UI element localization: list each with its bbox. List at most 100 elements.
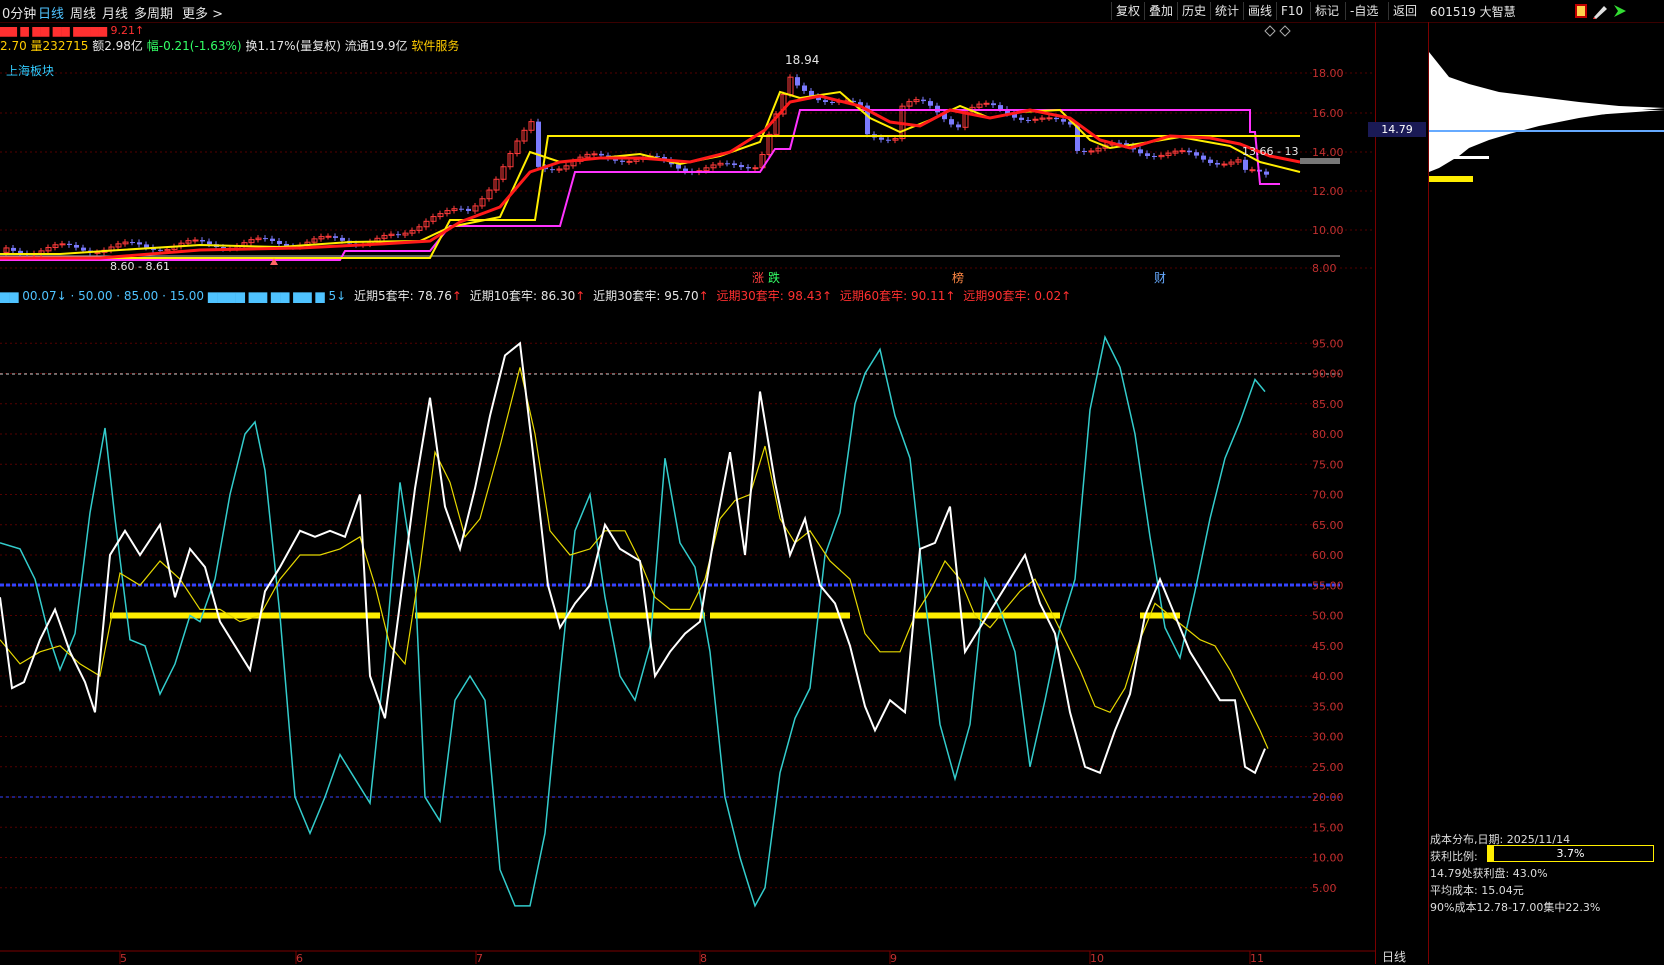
candle-body <box>263 238 268 240</box>
tab-more[interactable]: 更多 > <box>182 3 223 22</box>
candle-body <box>1215 162 1220 165</box>
candle-body <box>207 241 212 245</box>
midline-highlight-segment <box>110 612 380 619</box>
candle-body <box>192 239 199 242</box>
candle-body <box>1243 159 1248 170</box>
osc-tick: 10.00 <box>1312 852 1344 865</box>
candle-body <box>1187 150 1192 153</box>
tab-minute[interactable]: 0分钟 <box>2 3 36 22</box>
price-axis: 18.00 16.00 14.00 12.00 10.00 8.00 <box>1300 67 1344 275</box>
draw-line-button[interactable]: 画线 <box>1243 2 1276 20</box>
candle-body <box>1264 171 1269 175</box>
osc-tick: 65.00 <box>1312 519 1344 532</box>
candle-body <box>991 103 996 106</box>
cost-concentration: 90%成本12.78-17.00集中22.3% <box>1430 901 1601 914</box>
candle-body <box>1208 159 1213 163</box>
tab-weekly[interactable]: 周线 <box>70 3 96 22</box>
osc-tick: 55.00 <box>1312 579 1344 592</box>
candle-body <box>1152 155 1157 157</box>
candle-body <box>626 160 633 163</box>
price-chart[interactable]: 18.94 8.60 - 8.61 13.66 - 13 涨 跌 榜 财 <box>0 22 1375 306</box>
right-price-label: 13.66 - 13 <box>1242 145 1298 158</box>
axis-divider <box>1375 22 1376 964</box>
candle-body <box>59 243 66 246</box>
high-price-label: 18.94 <box>785 53 819 67</box>
price-tick: 10.00 <box>1312 224 1344 237</box>
osc-tick: 30.00 <box>1312 731 1344 744</box>
candle-body <box>886 139 891 141</box>
toolbar: 0分钟 日线 周线 月线 多周期 更多 > 复权 叠加 历史 统计 画线 F10… <box>0 0 1664 23</box>
legend-item: 近期10套牢: 86.30 <box>469 289 576 303</box>
oscillator-chart[interactable] <box>0 306 1375 950</box>
month-tick: 5 <box>120 952 127 964</box>
chip-histogram <box>1429 52 1664 182</box>
candle-body <box>1026 119 1031 121</box>
current-price-chip-line <box>1429 130 1664 132</box>
osc-tick: 95.00 <box>1312 337 1344 350</box>
legend-item: 远期30套牢: 98.43 <box>716 289 822 303</box>
collapse-diamond-icon[interactable] <box>1264 25 1276 37</box>
osc-tick: 35.00 <box>1312 700 1344 713</box>
history-button[interactable]: 历史 <box>1177 2 1210 20</box>
candle-body <box>956 124 961 128</box>
candle-body <box>1249 169 1256 172</box>
cyan-osc-line <box>0 334 1266 908</box>
period-indicator[interactable]: 日线 <box>1382 948 1406 965</box>
profit-at-price: 14.79处获利盘: 43.0% <box>1430 867 1548 880</box>
candle-body <box>137 242 142 245</box>
osc-tick: 50.00 <box>1312 610 1344 623</box>
current-price-bar <box>1300 158 1340 164</box>
tab-monthly[interactable]: 月线 <box>102 3 128 22</box>
candle-body <box>620 160 625 162</box>
candle-body <box>1046 117 1053 120</box>
candle-body <box>1061 119 1066 122</box>
candle-body <box>725 163 730 165</box>
tab-daily[interactable]: 日线 <box>38 3 64 22</box>
candle-body <box>200 240 205 242</box>
back-button[interactable]: 返回 <box>1388 2 1421 20</box>
osc-tick: 85.00 <box>1312 398 1344 411</box>
candle-body <box>752 167 759 170</box>
candle-body <box>466 208 471 211</box>
month-tick: 6 <box>296 952 303 964</box>
candle-body <box>158 249 163 251</box>
candle-body <box>144 244 149 248</box>
osc-tick: 70.00 <box>1312 489 1344 502</box>
low-price-label: 8.60 - 8.61 <box>110 260 170 273</box>
book-icon[interactable] <box>1575 4 1587 18</box>
legend-item: 近期30套牢: 95.70 <box>593 289 699 303</box>
expand-diamond-icon[interactable] <box>1279 25 1291 37</box>
profit-chip-bar <box>1429 176 1473 182</box>
candle-body <box>1082 150 1087 152</box>
candle-body <box>459 208 464 210</box>
avg-cost: 平均成本: 15.04元 <box>1430 884 1524 897</box>
candle-body <box>998 105 1003 110</box>
osc-tick: 25.00 <box>1312 761 1344 774</box>
candle-body <box>591 153 598 156</box>
f10-button[interactable]: F10 <box>1276 2 1307 20</box>
pencil-icon[interactable] <box>1593 6 1607 19</box>
restore-rights-button[interactable]: 复权 <box>1111 2 1144 20</box>
candle-body <box>396 234 401 236</box>
profit-ratio-bar: 3.7% <box>1487 845 1654 862</box>
osc-tick: 15.00 <box>1312 821 1344 834</box>
candle-body <box>879 137 884 140</box>
month-tick: 10 <box>1090 952 1104 964</box>
event-mark-rise[interactable]: 涨 <box>752 270 764 285</box>
candle-body <box>536 121 541 167</box>
overlay-button[interactable]: 叠加 <box>1144 2 1177 20</box>
osc-tick: 20.00 <box>1312 791 1344 804</box>
arrow-icon[interactable] <box>1614 5 1626 17</box>
statistics-button[interactable]: 统计 <box>1210 2 1243 20</box>
osc-tick: 40.00 <box>1312 670 1344 683</box>
mark-button[interactable]: 标记 <box>1310 2 1343 20</box>
event-mark-finance[interactable]: 财 <box>1154 271 1166 285</box>
event-mark-rank[interactable]: 榜 <box>952 270 964 285</box>
price-tick: 16.00 <box>1312 107 1344 120</box>
tab-multi-period[interactable]: 多周期 <box>134 3 173 22</box>
remove-watchlist-button[interactable]: -自选 <box>1345 2 1382 20</box>
event-mark-fall[interactable]: 跌 <box>768 270 780 285</box>
chip-distribution-panel[interactable]: 14.79 <box>1368 22 1664 964</box>
osc-tick: 90.00 <box>1312 368 1344 381</box>
candle-body <box>340 237 345 241</box>
